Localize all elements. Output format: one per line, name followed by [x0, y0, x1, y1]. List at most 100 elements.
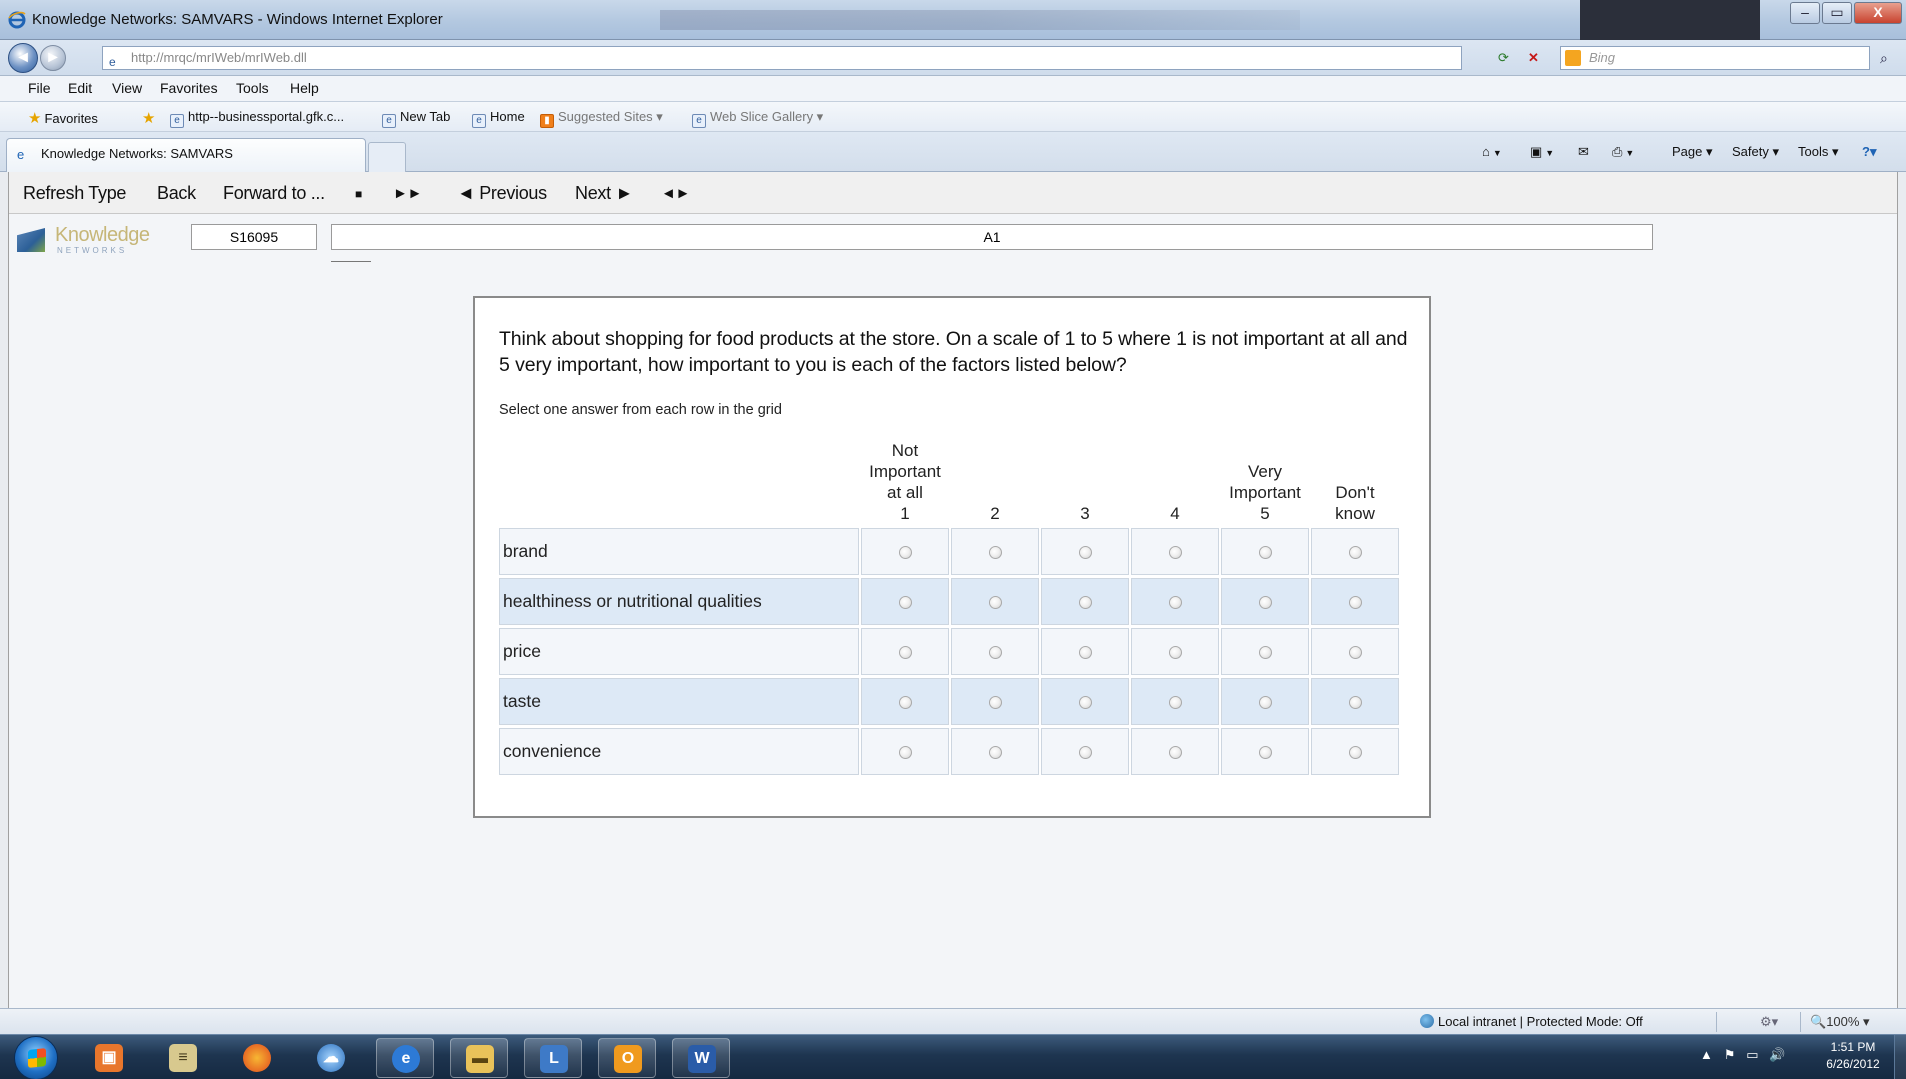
header-line: Very	[1247, 462, 1283, 481]
radio-healthiness-1[interactable]	[899, 596, 912, 609]
new-tab-button[interactable]	[368, 142, 406, 172]
radio-price-1[interactable]	[899, 646, 912, 659]
grid-cell	[951, 578, 1039, 625]
radio-taste-dont-know[interactable]	[1349, 696, 1362, 709]
refresh-icon[interactable]: ⟳	[1498, 48, 1509, 68]
radio-brand-4[interactable]	[1169, 546, 1182, 559]
system-tray[interactable]: ▲ ⚑ ▭ 🔊	[1700, 1047, 1786, 1063]
taskbar-app-word[interactable]: W	[672, 1038, 730, 1078]
feeds-icon[interactable]: ▣ ▼	[1530, 144, 1554, 160]
radio-price-5[interactable]	[1259, 646, 1272, 659]
show-desktop-button[interactable]	[1894, 1035, 1906, 1079]
column-header-2: 2	[951, 432, 1039, 524]
radio-taste-3[interactable]	[1079, 696, 1092, 709]
radio-price-3[interactable]	[1079, 646, 1092, 659]
header-line: Important	[1229, 483, 1301, 502]
print-icon[interactable]: ⎙ ▼	[1612, 144, 1634, 160]
start-button[interactable]	[14, 1036, 58, 1079]
taskbar-app-internet-explorer[interactable]: e	[376, 1038, 434, 1078]
favorites-button[interactable]: ★ Favorites	[28, 109, 98, 127]
close-button[interactable]: X	[1854, 2, 1902, 24]
refresh-type-button[interactable]: Refresh Type	[23, 183, 126, 204]
page-menu[interactable]: Page ▾	[1672, 144, 1713, 160]
taskbar-app-explorer[interactable]: ▬	[450, 1038, 508, 1078]
forward-to-button[interactable]: Forward to ...	[223, 183, 325, 204]
minimize-button[interactable]: –	[1790, 2, 1820, 24]
back-button[interactable]: Back	[157, 183, 196, 204]
radio-brand-5[interactable]	[1259, 546, 1272, 559]
help-icon[interactable]: ?▾	[1862, 144, 1876, 160]
radio-price-4[interactable]	[1169, 646, 1182, 659]
window-title-bar: Knowledge Networks: SAMVARS - Windows In…	[0, 0, 1906, 40]
app-icon: ▣	[95, 1044, 123, 1072]
windows-taskbar: ▣ ≡ ☁ e ▬ L O W ▲ ⚑ ▭ 🔊 1:51 PM 6/26/201…	[0, 1034, 1906, 1079]
taskbar-app-firefox[interactable]	[228, 1038, 286, 1078]
radio-price-dont-know[interactable]	[1349, 646, 1362, 659]
column-header-dont-know: Don't know	[1311, 432, 1399, 524]
radio-taste-4[interactable]	[1169, 696, 1182, 709]
intranet-icon	[1420, 1014, 1434, 1028]
browser-back-button[interactable]: ◄	[8, 43, 38, 73]
radio-convenience-1[interactable]	[899, 746, 912, 759]
tab-samvars[interactable]: e Knowledge Networks: SAMVARS	[6, 138, 366, 172]
radio-brand-2[interactable]	[989, 546, 1002, 559]
taskbar-app-outlook[interactable]: O	[598, 1038, 656, 1078]
favorite-link-businessportal[interactable]: e http--businessportal.gfk.c...	[170, 109, 344, 128]
previous-button[interactable]: ◄ Previous	[457, 183, 547, 204]
search-icon[interactable]: ⌕	[1880, 48, 1888, 68]
tools-menu[interactable]: Tools ▾	[1798, 144, 1839, 160]
browser-forward-button[interactable]: ►	[40, 45, 66, 71]
mail-icon[interactable]: ✉	[1578, 144, 1589, 160]
menu-edit[interactable]: Edit	[68, 80, 92, 96]
radio-convenience-2[interactable]	[989, 746, 1002, 759]
safety-menu[interactable]: Safety ▾	[1732, 144, 1779, 160]
taskbar-app-notepad[interactable]: ≡	[154, 1038, 212, 1078]
url-field[interactable]: e http://mrqc/mrIWeb/mrIWeb.dll	[102, 46, 1462, 70]
radio-price-2[interactable]	[989, 646, 1002, 659]
app-icon: L	[540, 1045, 568, 1073]
menu-tools[interactable]: Tools	[236, 80, 269, 96]
favorite-suggested-sites[interactable]: ▮ Suggested Sites ▾	[540, 109, 663, 128]
radio-brand-1[interactable]	[899, 546, 912, 559]
page-content: Refresh Type Back Forward to ... ■ ►► ◄ …	[8, 172, 1898, 1008]
taskbar-app-outlook-notes[interactable]: ▣	[80, 1038, 138, 1078]
add-favorite-button[interactable]: ★	[142, 109, 158, 127]
prev-next-button[interactable]: ◄►	[661, 185, 690, 202]
menu-help[interactable]: Help	[290, 80, 319, 96]
taskbar-app-lync[interactable]: L	[524, 1038, 582, 1078]
stop-icon[interactable]: ✕	[1528, 48, 1539, 68]
favorite-web-slice-gallery[interactable]: e Web Slice Gallery ▾	[692, 109, 823, 128]
home-icon[interactable]: ⌂ ▼	[1482, 144, 1502, 159]
radio-convenience-dont-know[interactable]	[1349, 746, 1362, 759]
radio-healthiness-3[interactable]	[1079, 596, 1092, 609]
radio-convenience-4[interactable]	[1169, 746, 1182, 759]
radio-taste-5[interactable]	[1259, 696, 1272, 709]
menu-view[interactable]: View	[112, 80, 142, 96]
maximize-button[interactable]: ▭	[1822, 2, 1852, 24]
taskbar-app-blue[interactable]: ☁	[302, 1038, 360, 1078]
radio-healthiness-2[interactable]	[989, 596, 1002, 609]
radio-healthiness-dont-know[interactable]	[1349, 596, 1362, 609]
clock[interactable]: 1:51 PM 6/26/2012	[1820, 1039, 1886, 1073]
menu-favorites[interactable]: Favorites	[160, 80, 218, 96]
stop-button[interactable]: ■	[355, 187, 362, 201]
grid-cell	[1311, 728, 1399, 775]
radio-brand-3[interactable]	[1079, 546, 1092, 559]
zoom-level[interactable]: 🔍100% ▾	[1810, 1014, 1870, 1030]
security-zone[interactable]: Local intranet | Protected Mode: Off	[1420, 1014, 1643, 1029]
radio-convenience-3[interactable]	[1079, 746, 1092, 759]
radio-taste-1[interactable]	[899, 696, 912, 709]
radio-healthiness-4[interactable]	[1169, 596, 1182, 609]
radio-convenience-5[interactable]	[1259, 746, 1272, 759]
next-button[interactable]: Next ►	[575, 183, 633, 204]
search-input[interactable]: Bing	[1560, 46, 1870, 70]
favorite-link-new-tab[interactable]: e New Tab	[382, 109, 450, 128]
radio-healthiness-5[interactable]	[1259, 596, 1272, 609]
favorite-link-home[interactable]: e Home	[472, 109, 525, 128]
menu-file[interactable]: File	[28, 80, 51, 96]
radio-brand-dont-know[interactable]	[1349, 546, 1362, 559]
fast-forward-button[interactable]: ►►	[393, 185, 422, 202]
compat-icon[interactable]: ⚙▾	[1760, 1014, 1778, 1030]
favorite-label: Home	[490, 109, 525, 124]
radio-taste-2[interactable]	[989, 696, 1002, 709]
